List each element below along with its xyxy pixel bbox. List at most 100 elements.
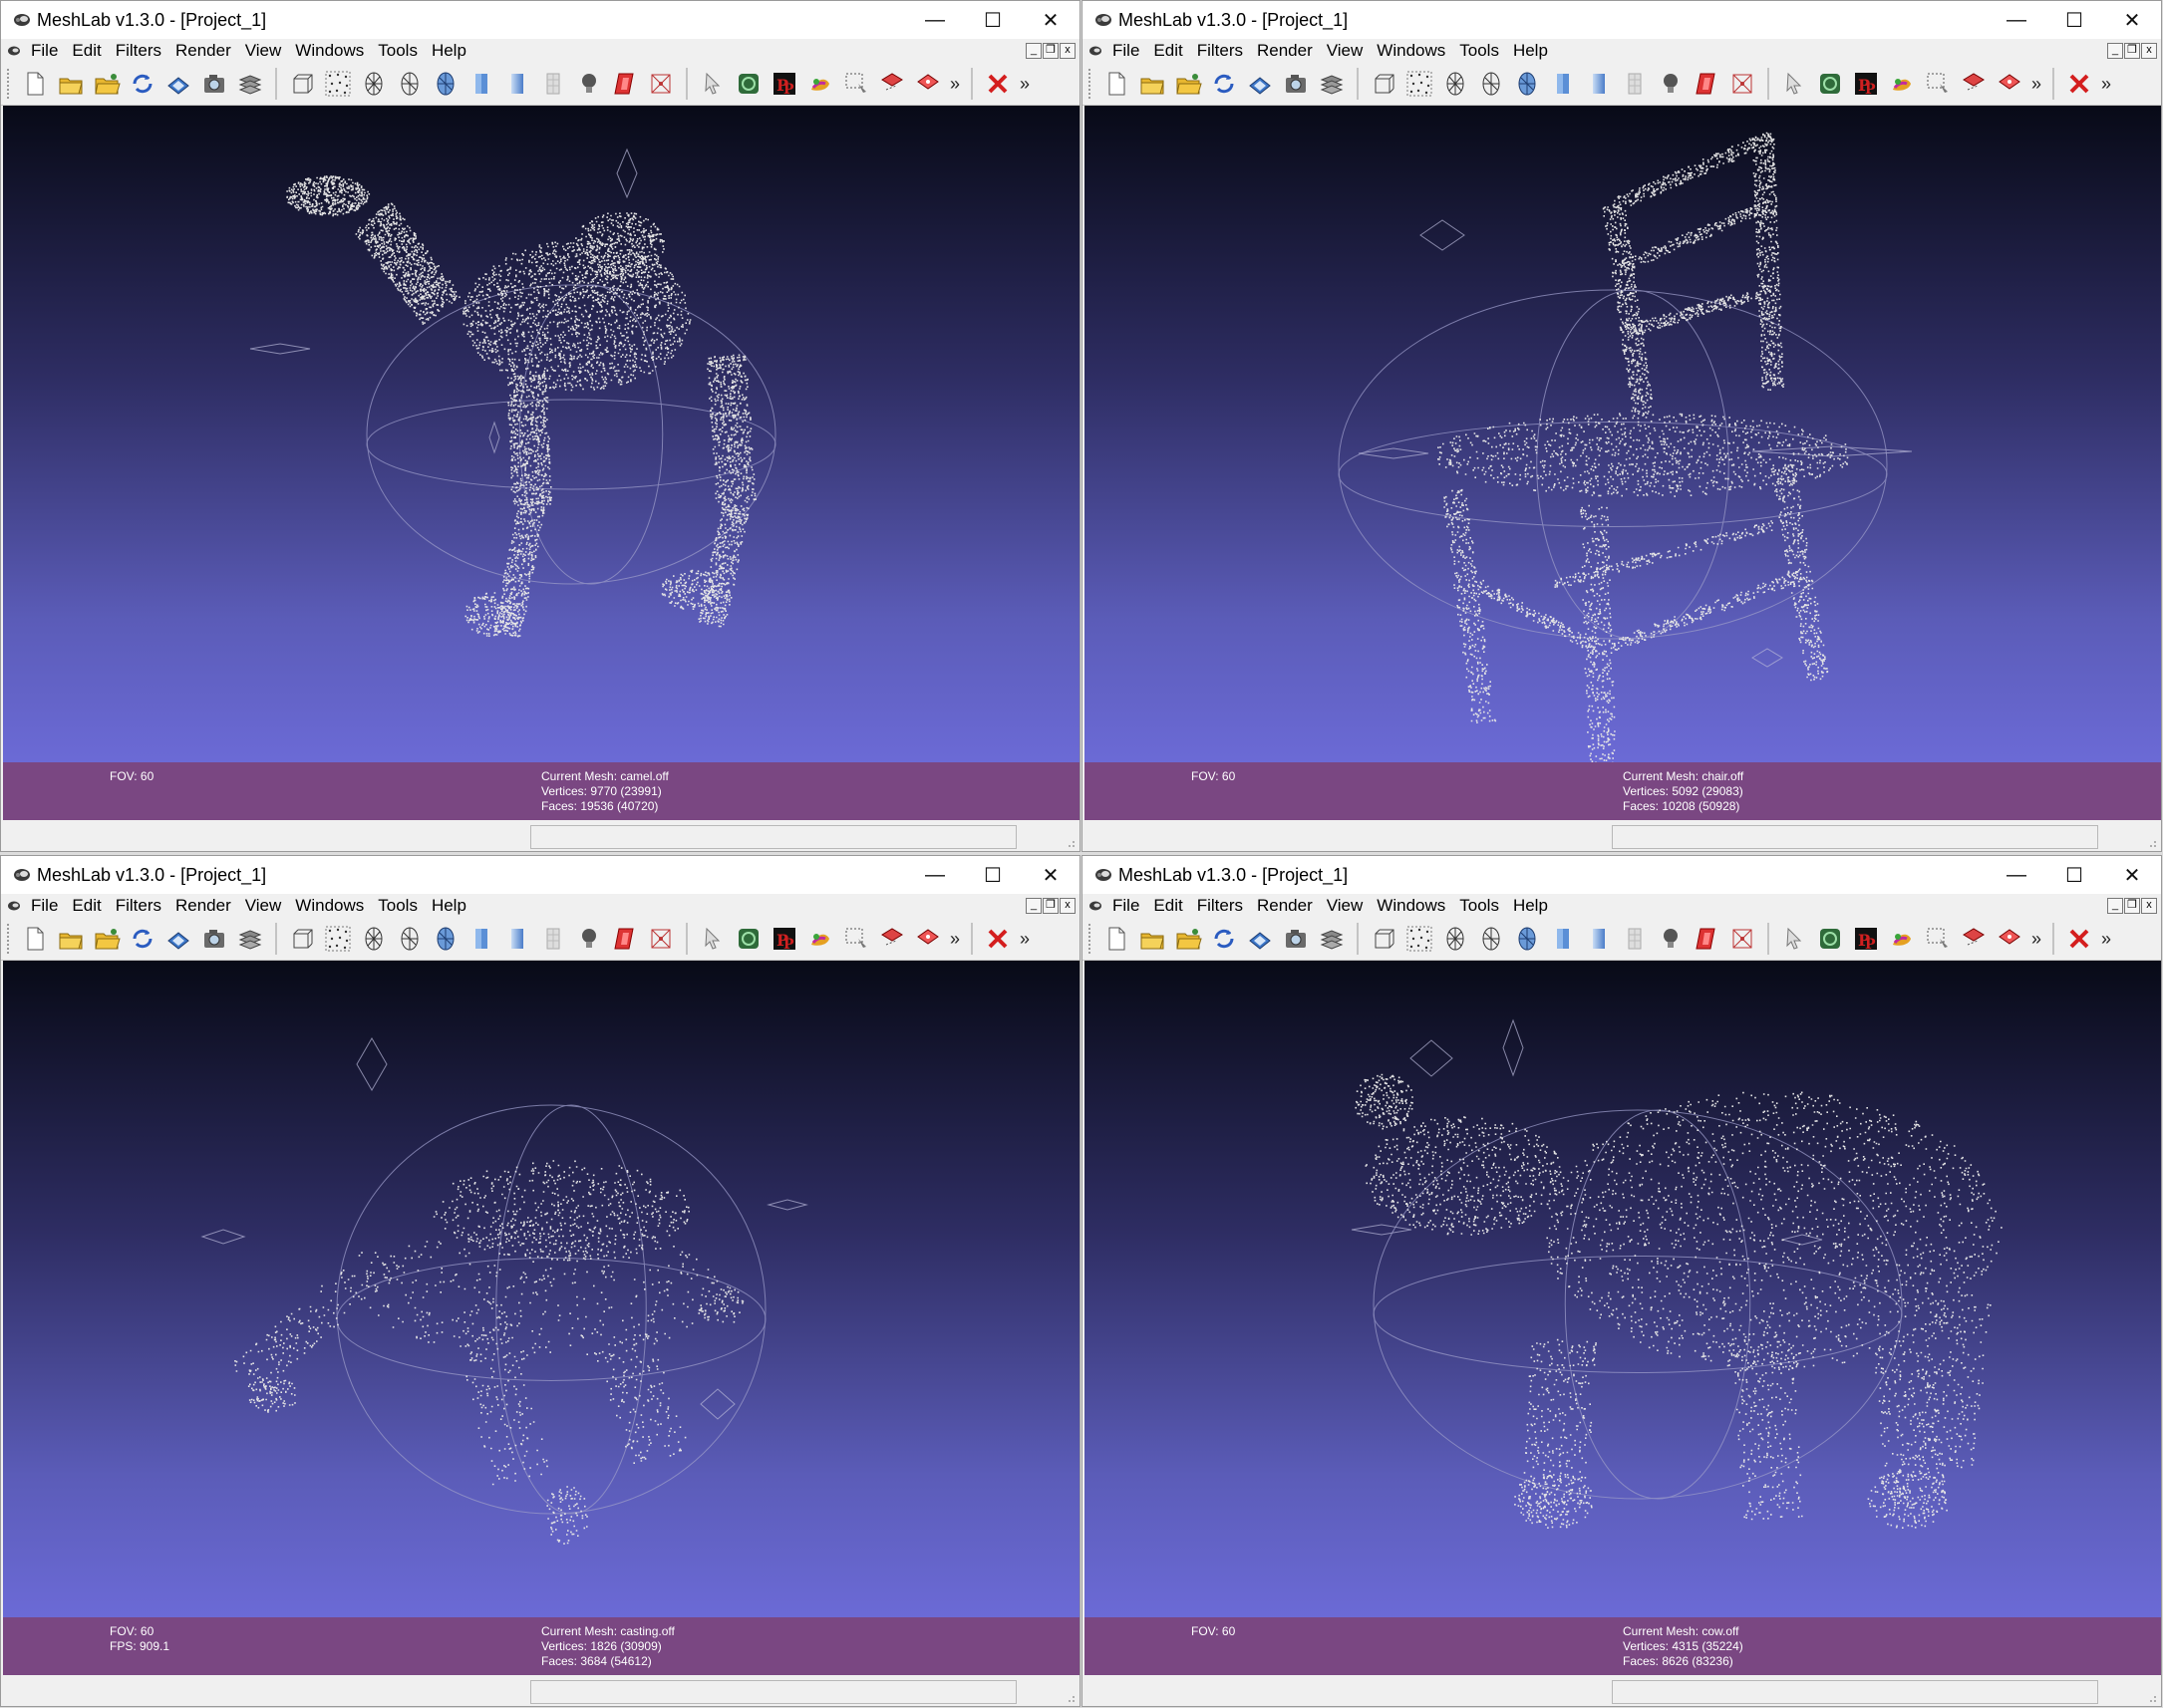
layers-button[interactable] xyxy=(235,69,265,99)
flat-lines-button[interactable] xyxy=(431,69,461,99)
trackball-gizmo[interactable] xyxy=(366,284,776,585)
points-render-button[interactable] xyxy=(323,924,353,954)
minimize-button[interactable]: — xyxy=(1988,856,2045,894)
selected-faces-button[interactable] xyxy=(646,924,676,954)
open-project-button[interactable] xyxy=(92,69,122,99)
reload-button[interactable] xyxy=(1209,924,1239,954)
menu-help[interactable]: Help xyxy=(426,896,474,916)
open-folder-button[interactable] xyxy=(1137,69,1167,99)
smooth-shading-button[interactable] xyxy=(1584,69,1614,99)
menu-windows[interactable]: Windows xyxy=(1371,41,1453,61)
align-button[interactable]: PP xyxy=(1851,924,1881,954)
selected-faces-button[interactable] xyxy=(1727,69,1757,99)
flat-lines-button[interactable] xyxy=(431,924,461,954)
texture-button[interactable] xyxy=(1620,924,1650,954)
mdi-minimize-button[interactable]: _ xyxy=(1026,898,1042,914)
toolbar-overflow-button[interactable]: » xyxy=(1020,929,1030,950)
menu-edit[interactable]: Edit xyxy=(1147,896,1190,916)
save-as-button[interactable] xyxy=(1245,69,1275,99)
back-face-button[interactable] xyxy=(610,69,640,99)
snapshot-button[interactable] xyxy=(1281,69,1311,99)
open-project-button[interactable] xyxy=(1173,924,1203,954)
select-vertices-button[interactable] xyxy=(1995,924,2024,954)
hidden-lines-button[interactable] xyxy=(1476,69,1506,99)
menu-edit[interactable]: Edit xyxy=(66,896,109,916)
menu-render[interactable]: Render xyxy=(169,896,239,916)
title-bar[interactable]: MeshLab v1.3.0 - [Project_1] — ☐ ✕ xyxy=(1,856,1080,894)
resize-grip-icon[interactable] xyxy=(1064,836,1076,848)
minimize-button[interactable]: — xyxy=(906,856,964,894)
layers-button[interactable] xyxy=(1317,69,1347,99)
3d-viewport[interactable]: FOV: 60 Current Mesh: chair.off Vertices… xyxy=(1084,106,2161,820)
select-region-button[interactable] xyxy=(1923,924,1953,954)
title-bar[interactable]: MeshLab v1.3.0 - [Project_1] — ☐ ✕ xyxy=(1,1,1080,39)
reload-button[interactable] xyxy=(128,924,157,954)
save-as-button[interactable] xyxy=(163,924,193,954)
menu-view[interactable]: View xyxy=(1321,41,1372,61)
pointer-button[interactable] xyxy=(1779,924,1809,954)
hidden-lines-button[interactable] xyxy=(395,924,425,954)
bounding-box-button[interactable] xyxy=(287,69,317,99)
mdi-close-button[interactable]: x xyxy=(1060,43,1076,59)
menu-render[interactable]: Render xyxy=(1251,41,1321,61)
light-bulb-button[interactable] xyxy=(1656,924,1686,954)
maximize-button[interactable]: ☐ xyxy=(964,856,1022,894)
menu-windows[interactable]: Windows xyxy=(1371,896,1453,916)
hidden-lines-button[interactable] xyxy=(1476,924,1506,954)
menu-help[interactable]: Help xyxy=(1507,41,1556,61)
toolbar-grip[interactable] xyxy=(7,924,13,954)
paint-button[interactable] xyxy=(1887,69,1917,99)
points-render-button[interactable] xyxy=(323,69,353,99)
menu-help[interactable]: Help xyxy=(1507,896,1556,916)
toolbar-overflow-button[interactable]: » xyxy=(950,74,960,95)
menu-view[interactable]: View xyxy=(239,41,290,61)
resize-grip-icon[interactable] xyxy=(2145,836,2157,848)
flat-shading-button[interactable] xyxy=(466,924,496,954)
align-button[interactable]: PP xyxy=(770,924,799,954)
wireframe-button[interactable] xyxy=(1440,69,1470,99)
mdi-close-button[interactable]: x xyxy=(1060,898,1076,914)
menu-edit[interactable]: Edit xyxy=(1147,41,1190,61)
reload-button[interactable] xyxy=(128,69,157,99)
select-faces-button[interactable] xyxy=(1959,69,1989,99)
menu-edit[interactable]: Edit xyxy=(66,41,109,61)
paint-button[interactable] xyxy=(805,69,835,99)
toolbar-overflow-button[interactable]: » xyxy=(1020,74,1030,95)
menu-view[interactable]: View xyxy=(239,896,290,916)
menu-file[interactable]: File xyxy=(1106,41,1147,61)
snapshot-button[interactable] xyxy=(1281,924,1311,954)
close-mesh-button[interactable] xyxy=(2064,924,2094,954)
texture-button[interactable] xyxy=(538,924,568,954)
select-vertices-button[interactable] xyxy=(913,924,943,954)
texture-button[interactable] xyxy=(538,69,568,99)
toolbar-overflow-button[interactable]: » xyxy=(2031,929,2041,950)
pointer-button[interactable] xyxy=(698,924,728,954)
3d-viewport[interactable]: FOV: 60 FPS: 909.1 Current Mesh: casting… xyxy=(3,961,1080,1675)
paint-button[interactable] xyxy=(805,924,835,954)
measure-button[interactable] xyxy=(734,69,764,99)
measure-button[interactable] xyxy=(1815,69,1845,99)
reload-button[interactable] xyxy=(1209,69,1239,99)
meshlab-doc-icon[interactable] xyxy=(7,44,21,58)
3d-viewport[interactable]: FOV: 60 Current Mesh: camel.off Vertices… xyxy=(3,106,1080,820)
new-document-button[interactable] xyxy=(1101,69,1131,99)
toolbar-overflow-button[interactable]: » xyxy=(2101,74,2111,95)
open-project-button[interactable] xyxy=(92,924,122,954)
menu-view[interactable]: View xyxy=(1321,896,1372,916)
smooth-shading-button[interactable] xyxy=(502,924,532,954)
toolbar-grip[interactable] xyxy=(1088,69,1094,99)
smooth-shading-button[interactable] xyxy=(1584,924,1614,954)
menu-filters[interactable]: Filters xyxy=(110,896,169,916)
mdi-minimize-button[interactable]: _ xyxy=(2107,898,2123,914)
wireframe-button[interactable] xyxy=(1440,924,1470,954)
select-faces-button[interactable] xyxy=(877,924,907,954)
selected-faces-button[interactable] xyxy=(646,69,676,99)
mdi-minimize-button[interactable]: _ xyxy=(1026,43,1042,59)
mdi-close-button[interactable]: x xyxy=(2141,898,2157,914)
close-button[interactable]: ✕ xyxy=(2103,856,2161,894)
paint-button[interactable] xyxy=(1887,924,1917,954)
mdi-restore-button[interactable]: ❐ xyxy=(2124,898,2140,914)
toolbar-overflow-button[interactable]: » xyxy=(950,929,960,950)
toolbar-grip[interactable] xyxy=(1088,924,1094,954)
menu-tools[interactable]: Tools xyxy=(372,896,426,916)
